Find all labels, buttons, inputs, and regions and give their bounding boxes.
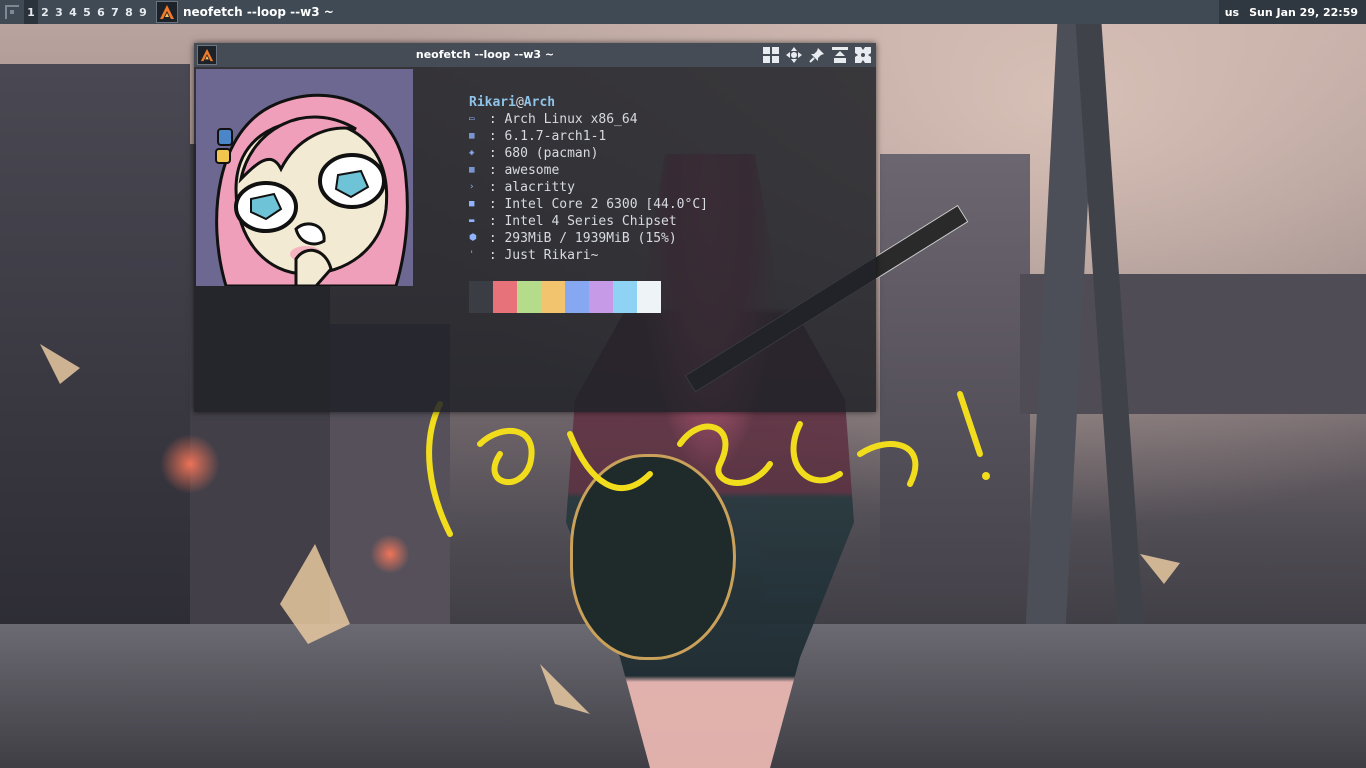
wallpaper-light: [160, 434, 220, 494]
layout-icon[interactable]: [761, 45, 781, 65]
layout-icon[interactable]: [0, 0, 24, 24]
gpu-icon: ▬: [469, 216, 475, 226]
desktop-icon: ▭: [469, 114, 475, 124]
info-line-packages: ◈ : 680 (pacman): [469, 145, 708, 162]
info-line-quote: ' : Just Rikari~: [469, 247, 708, 264]
wallpaper-building: [0, 64, 190, 624]
neofetch-image: [196, 69, 413, 286]
separator: :: [481, 112, 505, 127]
gpu-value: Intel 4 Series Chipset: [504, 214, 677, 229]
cpu-value: Intel Core 2 6300 [44.0°C]: [504, 197, 708, 212]
separator: :: [481, 146, 505, 161]
tag-2[interactable]: 2: [38, 0, 52, 24]
color-swatch-2: [517, 281, 541, 313]
tag-6[interactable]: 6: [94, 0, 108, 24]
workspace-tags: 1 2 3 4 5 6 7 8 9: [24, 0, 150, 24]
tasklist-item[interactable]: neofetch --loop --w3 ~: [156, 0, 334, 24]
separator: :: [481, 129, 505, 144]
wallpaper-light: [370, 534, 410, 574]
info-line-kernel: ▦ : 6.1.7-arch1-1: [469, 128, 708, 145]
info-line-gpu: ▬ : Intel 4 Series Chipset: [469, 213, 708, 230]
window-titlebar[interactable]: neofetch --loop --w3 ~: [194, 43, 876, 67]
separator: :: [481, 231, 505, 246]
username: Rikari: [469, 95, 516, 110]
color-swatch-1: [493, 281, 517, 313]
terminal-value: alacritty: [504, 180, 575, 195]
info-line-os: ▭ : Arch Linux x86_64: [469, 111, 708, 128]
neofetch-header: Rikari @ Arch: [469, 94, 708, 111]
color-palette: [469, 281, 661, 313]
quote-value: Just Rikari~: [504, 248, 599, 263]
tag-8[interactable]: 8: [122, 0, 136, 24]
memory-icon: ⬢: [469, 233, 477, 243]
os-value: Arch Linux x86_64: [504, 112, 638, 127]
cpu-icon: ■: [469, 199, 475, 209]
tag-5[interactable]: 5: [80, 0, 94, 24]
top-panel: 1 2 3 4 5 6 7 8 9 neofetch --loop --w3 ~…: [0, 0, 1366, 24]
color-swatch-0: [469, 281, 493, 313]
separator: :: [481, 163, 505, 178]
info-line-terminal: › : alacritty: [469, 179, 708, 196]
wm-icon: ▦: [469, 165, 475, 175]
tasklist-item-title: neofetch --loop --w3 ~: [183, 5, 334, 19]
packages-value: 680 (pacman): [504, 146, 599, 161]
pin-icon[interactable]: [807, 45, 827, 65]
clock[interactable]: Sun Jan 29, 22:59: [1249, 6, 1358, 19]
package-icon: ◈: [469, 148, 475, 158]
separator: :: [481, 248, 505, 263]
window-controls: [761, 45, 873, 65]
window-title: neofetch --loop --w3 ~: [415, 48, 555, 61]
info-line-cpu: ■ : Intel Core 2 6300 [44.0°C]: [469, 196, 708, 213]
color-swatch-3: [541, 281, 565, 313]
separator: :: [481, 214, 505, 229]
terminal-icon: ›: [469, 182, 475, 192]
hostname: Arch: [523, 95, 556, 110]
status-area: us Sun Jan 29, 22:59: [1218, 0, 1366, 24]
quote-icon: ': [469, 250, 475, 260]
tag-4[interactable]: 4: [66, 0, 80, 24]
terminal-content[interactable]: Rikari @ Arch ▭ : Arch Linux x86_64 ▦ : 6.…: [194, 67, 876, 412]
info-line-wm: ▦ : awesome: [469, 162, 708, 179]
neofetch-info: Rikari @ Arch ▭ : Arch Linux x86_64 ▦ : 6.…: [469, 94, 708, 264]
wm-value: awesome: [504, 163, 560, 178]
wallpaper-petal: [1140, 554, 1180, 584]
separator: :: [481, 197, 505, 212]
color-swatch-4: [565, 281, 589, 313]
kernel-value: 6.1.7-arch1-1: [504, 129, 607, 144]
tag-7[interactable]: 7: [108, 0, 122, 24]
maximize-icon[interactable]: [830, 45, 850, 65]
close-icon[interactable]: [853, 45, 873, 65]
tag-1[interactable]: 1: [24, 0, 38, 24]
at-sign: @: [515, 95, 524, 110]
separator: :: [481, 180, 505, 195]
kernel-icon: ▦: [469, 131, 475, 141]
color-swatch-7: [637, 281, 661, 313]
keyboard-layout-indicator[interactable]: us: [1225, 6, 1239, 19]
color-swatch-6: [613, 281, 637, 313]
memory-value: 293MiB / 1939MiB (15%): [504, 231, 677, 246]
move-icon[interactable]: [784, 45, 804, 65]
info-line-memory: ⬢ : 293MiB / 1939MiB (15%): [469, 230, 708, 247]
tag-3[interactable]: 3: [52, 0, 66, 24]
color-swatch-5: [589, 281, 613, 313]
tag-9[interactable]: 9: [136, 0, 150, 24]
terminal-window[interactable]: neofetch --loop --w3 ~ Rikari @ Arch ▭:…: [194, 43, 876, 412]
alacritty-icon: [156, 1, 178, 23]
